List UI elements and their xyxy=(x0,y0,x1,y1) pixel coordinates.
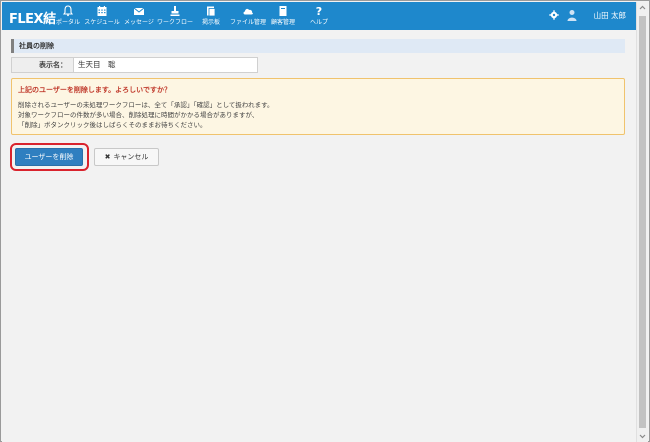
svg-text:?: ? xyxy=(316,5,322,17)
nav-message[interactable]: メッセージ xyxy=(119,5,159,27)
display-name-value: 生天目 聡 xyxy=(78,60,116,69)
nav-customer-management[interactable]: 顧客管理 xyxy=(263,5,303,27)
chevron-down-icon xyxy=(639,434,646,439)
top-navigation-bar: FLEX結 ポータル スケジュール メッセージ ワークフロー 掲示板 ファイル管… xyxy=(2,2,638,30)
book-icon xyxy=(279,6,287,16)
nav-bulletin-label: 掲示板 xyxy=(201,19,220,26)
warning-message-box: 上記のユーザーを削除します。よろしいですか？ 削除されるユーザーの未処理ワークフ… xyxy=(11,78,625,135)
nav-file-management-label: ファイル管理 xyxy=(229,19,266,26)
nav-file-management[interactable]: ファイル管理 xyxy=(228,5,268,27)
display-name-label: 表示名： xyxy=(12,58,74,72)
close-icon: ✖ xyxy=(104,153,111,161)
user-name: 山田 太郎 xyxy=(593,11,626,20)
nav-help[interactable]: ? ヘルプ xyxy=(299,5,339,27)
main-content: 社員の削除 表示名： 生天目 聡 上記のユーザーを削除します。よろしいですか？ … xyxy=(2,30,638,442)
bell-icon xyxy=(62,5,74,17)
user-avatar-icon xyxy=(567,10,577,21)
delete-user-button[interactable]: ユーザーを削除 xyxy=(15,148,83,166)
vertical-scrollbar[interactable] xyxy=(636,2,648,442)
nav-bulletin[interactable]: 掲示板 xyxy=(191,5,231,27)
browser-frame: FLEX結 ポータル スケジュール メッセージ ワークフロー 掲示板 ファイル管… xyxy=(0,0,650,442)
cancel-button-label: キャンセル xyxy=(113,153,149,161)
nav-help-label: ヘルプ xyxy=(309,19,328,26)
display-name-row: 表示名： 生天目 聡 xyxy=(11,57,258,73)
warning-title: 上記のユーザーを削除します。よろしいですか？ xyxy=(18,86,171,94)
envelope-icon xyxy=(133,7,145,15)
nav-schedule-label: スケジュール xyxy=(84,19,120,26)
nav-workflow-label: ワークフロー xyxy=(156,19,193,26)
nav-workflow[interactable]: ワークフロー xyxy=(155,5,195,27)
warning-line: 削除されるユーザーの未処理ワークフローは、全て「承認」「確認」として扱われます。 xyxy=(18,101,274,109)
nav-schedule[interactable]: スケジュール xyxy=(82,5,122,27)
gear-icon[interactable] xyxy=(548,10,559,20)
warning-line: 対象ワークフローの件数が多い場合、削除処理に時間がかかる場合がありますが、 xyxy=(18,111,259,119)
question-icon: ? xyxy=(316,5,322,17)
scroll-down-arrow[interactable] xyxy=(637,430,648,442)
section-title: 社員の削除 xyxy=(11,39,625,53)
user-menu[interactable]: 山田 太郎 xyxy=(548,10,626,21)
bulletin-icon xyxy=(207,6,216,17)
warning-line: 「削除」ボタンクリック後はしばらくそのままお待ちください。 xyxy=(18,121,207,129)
cloud-icon xyxy=(243,8,253,15)
scrollbar-thumb[interactable] xyxy=(639,16,646,428)
calendar-icon xyxy=(97,6,107,16)
stamp-icon xyxy=(170,6,180,16)
cancel-button[interactable]: ✖ キャンセル xyxy=(94,148,159,166)
nav-message-label: メッセージ xyxy=(124,19,154,26)
chevron-up-icon xyxy=(639,5,646,10)
scroll-up-arrow[interactable] xyxy=(637,2,648,14)
nav-customer-management-label: 顧客管理 xyxy=(270,19,295,26)
